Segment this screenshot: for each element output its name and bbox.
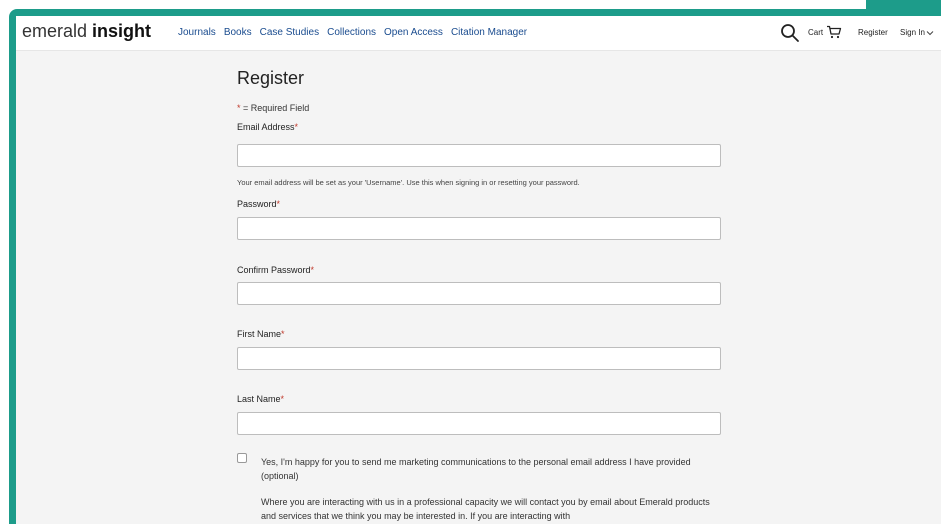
nav-journals[interactable]: Journals bbox=[178, 27, 216, 38]
nav-collections[interactable]: Collections bbox=[327, 27, 376, 38]
required-star: * bbox=[276, 199, 281, 209]
confirm-password-label-text: Confirm Password bbox=[237, 265, 311, 275]
sign-in-dropdown[interactable]: Sign In bbox=[900, 28, 934, 37]
marketing-consent-label[interactable]: Yes, I'm happy for you to send me market… bbox=[261, 455, 711, 483]
last-name-label-text: Last Name bbox=[237, 394, 281, 404]
marketing-consent-checkbox[interactable] bbox=[237, 453, 247, 463]
site-logo[interactable]: emerald insight bbox=[22, 21, 151, 42]
main-nav: Journals Books Case Studies Collections … bbox=[178, 27, 527, 38]
cart-button[interactable]: Cart bbox=[808, 25, 842, 39]
last-name-label: Last Name* bbox=[237, 394, 284, 404]
chevron-down-icon bbox=[926, 30, 934, 35]
screenshot-stage: emerald insight Journals Books Case Stud… bbox=[0, 0, 941, 524]
required-star: * bbox=[281, 329, 285, 339]
nav-open-access[interactable]: Open Access bbox=[384, 27, 443, 38]
sign-in-label: Sign In bbox=[900, 28, 925, 37]
confirm-password-label: Confirm Password* bbox=[237, 265, 314, 275]
confirm-password-field[interactable] bbox=[237, 282, 721, 305]
site-header: emerald insight Journals Books Case Stud… bbox=[16, 16, 941, 51]
register-link[interactable]: Register bbox=[858, 28, 888, 37]
nav-case-studies[interactable]: Case Studies bbox=[260, 27, 319, 38]
email-field[interactable] bbox=[237, 144, 721, 167]
required-star: * bbox=[310, 265, 315, 275]
consent-detail-text: Where you are interacting with us in a p… bbox=[261, 497, 710, 521]
first-name-field[interactable] bbox=[237, 347, 721, 370]
cart-label: Cart bbox=[808, 27, 824, 37]
required-star: * bbox=[294, 122, 299, 132]
logo-light-text: emerald bbox=[22, 21, 88, 41]
page-title: Register bbox=[237, 68, 305, 88]
email-label-text: Email Address bbox=[237, 122, 295, 132]
logo-bold-text: insight bbox=[92, 21, 152, 41]
email-help-text: Your email address will be set as your '… bbox=[237, 178, 580, 187]
nav-books[interactable]: Books bbox=[224, 27, 252, 38]
required-field-note: * = Required Field bbox=[237, 103, 309, 113]
page: emerald insight Journals Books Case Stud… bbox=[16, 16, 941, 524]
required-star: * bbox=[280, 394, 285, 404]
required-note-text: = Required Field bbox=[240, 103, 310, 113]
email-label: Email Address* bbox=[237, 122, 298, 132]
password-label: Password* bbox=[237, 199, 280, 209]
first-name-label-text: First Name bbox=[237, 329, 282, 339]
last-name-field[interactable] bbox=[237, 412, 721, 435]
password-label-text: Password bbox=[237, 199, 277, 209]
nav-citation-manager[interactable]: Citation Manager bbox=[451, 27, 527, 38]
search-icon[interactable] bbox=[780, 23, 800, 43]
cart-icon bbox=[827, 25, 842, 39]
first-name-label: First Name* bbox=[237, 329, 285, 339]
password-field[interactable] bbox=[237, 217, 721, 240]
